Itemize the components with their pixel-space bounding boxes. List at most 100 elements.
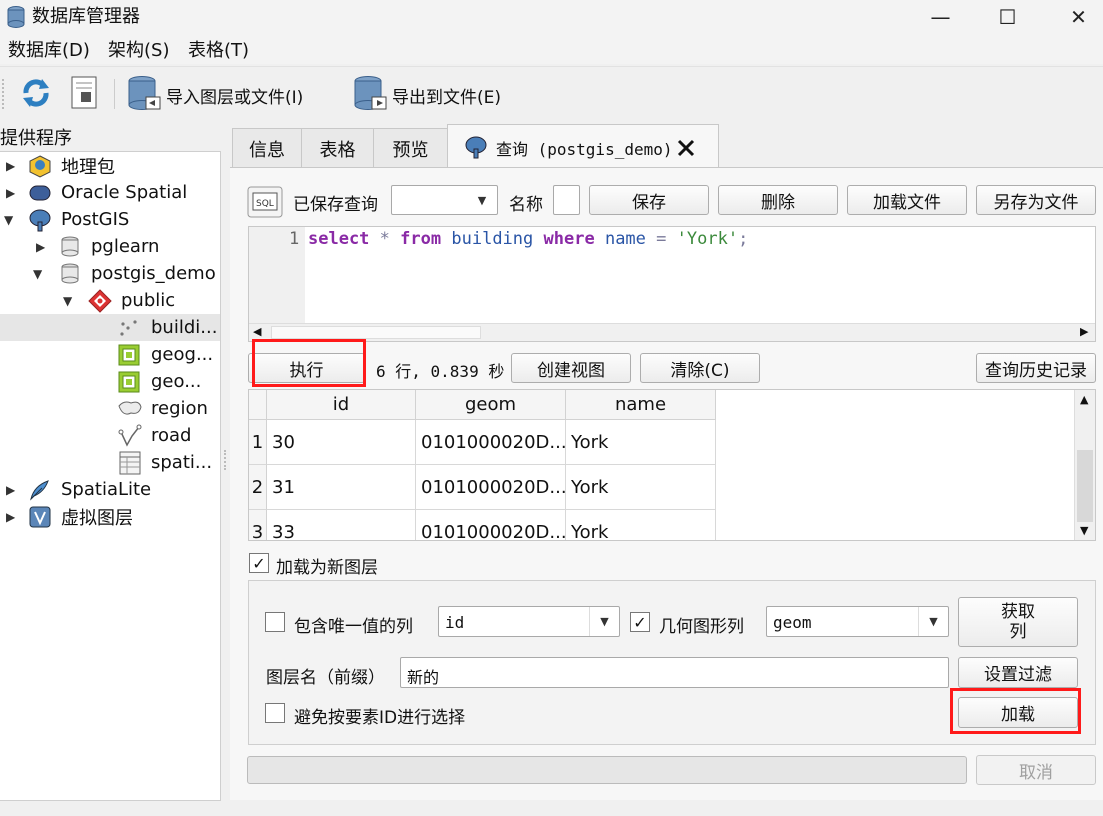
tree-item-region[interactable]: region (0, 395, 220, 422)
save-button[interactable]: 保存 (589, 185, 709, 215)
close-window-button[interactable]: ✕ (1056, 0, 1101, 34)
chevron-down-icon: ▼ (477, 193, 487, 207)
tree-item-postgis[interactable]: ▼ PostGIS (0, 206, 220, 233)
import-layer-icon[interactable] (126, 75, 162, 113)
sql-window-icon[interactable] (68, 75, 102, 111)
tree-item-pglearn[interactable]: ▶ pglearn (0, 233, 220, 260)
unique-column-select[interactable]: id ▼ (438, 606, 620, 637)
row-header[interactable]: 1 (249, 420, 267, 465)
unique-column-checkbox[interactable] (265, 612, 285, 632)
expand-arrow-icon[interactable]: ▶ (6, 186, 15, 200)
sql-file-icon[interactable]: SQL (247, 186, 283, 218)
clear-button[interactable]: 清除(C) (640, 353, 760, 383)
vertical-scrollbar[interactable]: ▲ ▼ (1074, 390, 1095, 540)
table-cell[interactable]: 31 (267, 465, 416, 510)
row-header[interactable]: 3 (249, 510, 267, 540)
sql-editor[interactable]: 1 select * from building where name = 'Y… (248, 226, 1096, 342)
save-as-file-button[interactable]: 另存为文件 (976, 185, 1096, 215)
tree-item-geopackage[interactable]: ▶ 地理包 (0, 152, 220, 179)
tree-item-virtual-layers[interactable]: ▶ 虚拟图层 (0, 503, 220, 530)
cancel-button[interactable]: 取消 (976, 755, 1096, 785)
refresh-icon[interactable] (18, 75, 54, 111)
expand-arrow-icon[interactable]: ▶ (6, 159, 15, 173)
tab-query[interactable]: 查询 (postgis_demo) (447, 124, 719, 169)
row-header[interactable]: 2 (249, 465, 267, 510)
tab-preview[interactable]: 预览 (373, 128, 448, 168)
load-button[interactable]: 加载 (958, 697, 1078, 728)
create-view-button[interactable]: 创建视图 (511, 353, 631, 383)
tree-item-road[interactable]: road (0, 422, 220, 449)
fetch-columns-button[interactable]: 获取 列 (958, 597, 1078, 647)
expand-arrow-icon[interactable]: ▶ (6, 510, 15, 524)
scrollbar-thumb[interactable] (271, 326, 481, 339)
close-tab-icon[interactable] (676, 138, 696, 158)
tree-item-geog[interactable]: geog... (0, 341, 220, 368)
horizontal-scrollbar[interactable]: ◀ ▶ (249, 323, 1095, 341)
execute-button[interactable]: 执行 (248, 353, 365, 383)
export-file-button[interactable]: 导出到文件(E) (392, 83, 501, 108)
expand-arrow-icon[interactable]: ▶ (36, 240, 45, 254)
column-header[interactable]: geom (416, 390, 566, 420)
set-filter-button[interactable]: 设置过滤 (958, 657, 1078, 688)
table-cell[interactable]: York (566, 510, 716, 540)
query-history-button[interactable]: 查询历史记录 (976, 353, 1096, 383)
table-cell[interactable]: 30 (267, 420, 416, 465)
table-cell[interactable]: 0101000020D... (416, 465, 566, 510)
delete-button[interactable]: 删除 (718, 185, 838, 215)
menu-schema[interactable]: 架构(S) (108, 36, 169, 62)
minimize-button[interactable]: — (918, 0, 963, 34)
table-cell[interactable]: 33 (267, 510, 416, 540)
splitter-handle[interactable] (224, 450, 227, 470)
menu-database[interactable]: 数据库(D) (8, 36, 90, 62)
tree-item-postgis-demo[interactable]: ▼ postgis_demo (0, 260, 220, 287)
maximize-button[interactable]: ☐ (985, 0, 1030, 34)
export-file-icon[interactable] (352, 75, 388, 113)
scroll-right-icon[interactable]: ▶ (1080, 325, 1088, 338)
tree-item-public[interactable]: ▼ public (0, 287, 220, 314)
raster-layer-icon (118, 371, 140, 392)
tree-item-label: SpatiaLite (61, 479, 152, 500)
tree-item-spatialite[interactable]: ▶ SpatiaLite (0, 476, 220, 503)
saved-query-select[interactable]: ▼ (391, 185, 498, 215)
column-header[interactable]: id (267, 390, 416, 420)
scrollbar-thumb[interactable] (1077, 450, 1093, 522)
results-table[interactable]: id geom name 1 30 0101000020D... York 2 … (248, 389, 1096, 541)
scroll-down-icon[interactable]: ▼ (1080, 524, 1088, 537)
collapse-arrow-icon[interactable]: ▼ (4, 213, 13, 227)
scroll-up-icon[interactable]: ▲ (1080, 393, 1088, 406)
menu-table[interactable]: 表格(T) (188, 36, 249, 62)
layer-name-input[interactable]: 新的 (400, 657, 949, 688)
expand-arrow-icon[interactable]: ▶ (6, 483, 15, 497)
column-header[interactable]: name (566, 390, 716, 420)
table-cell[interactable]: York (566, 420, 716, 465)
chevron-down-icon: ▼ (918, 607, 948, 636)
tab-table[interactable]: 表格 (301, 128, 374, 168)
provider-tree[interactable]: ▶ 地理包 ▶ Oracle Spatial ▼ PostGIS ▶ pglea… (0, 151, 221, 801)
geometry-column-select[interactable]: geom ▼ (766, 606, 949, 637)
table-cell[interactable]: York (566, 465, 716, 510)
query-name-input[interactable] (553, 185, 580, 215)
tree-item-label: geog... (151, 344, 214, 365)
import-layer-button[interactable]: 导入图层或文件(I) (166, 83, 303, 108)
load-file-button[interactable]: 加载文件 (847, 185, 967, 215)
tree-item-geo[interactable]: geo... (0, 368, 220, 395)
unique-column-value: id (445, 613, 465, 632)
tab-info[interactable]: 信息 (232, 128, 302, 168)
avoid-select-checkbox[interactable] (265, 703, 285, 723)
tree-item-building[interactable]: buildi... (0, 314, 220, 341)
scroll-left-icon[interactable]: ◀ (253, 325, 261, 338)
collapse-arrow-icon[interactable]: ▼ (63, 294, 72, 308)
collapse-arrow-icon[interactable]: ▼ (33, 267, 42, 281)
tree-item-label: Oracle Spatial (61, 182, 188, 203)
tree-item-oracle[interactable]: ▶ Oracle Spatial (0, 179, 220, 206)
sql-text[interactable]: select * from building where name = 'Yor… (308, 229, 748, 249)
geometry-column-checkbox[interactable]: ✓ (630, 612, 650, 632)
tree-item-label: pglearn (91, 236, 160, 257)
tree-item-label: buildi... (151, 317, 218, 338)
tree-item-spatial[interactable]: spati... (0, 449, 220, 476)
table-cell[interactable]: 0101000020D... (416, 510, 566, 540)
table-cell[interactable]: 0101000020D... (416, 420, 566, 465)
load-as-layer-checkbox[interactable]: ✓ (249, 553, 269, 573)
tree-item-label: postgis_demo (91, 263, 216, 284)
avoid-select-label: 避免按要素ID进行选择 (294, 708, 466, 728)
